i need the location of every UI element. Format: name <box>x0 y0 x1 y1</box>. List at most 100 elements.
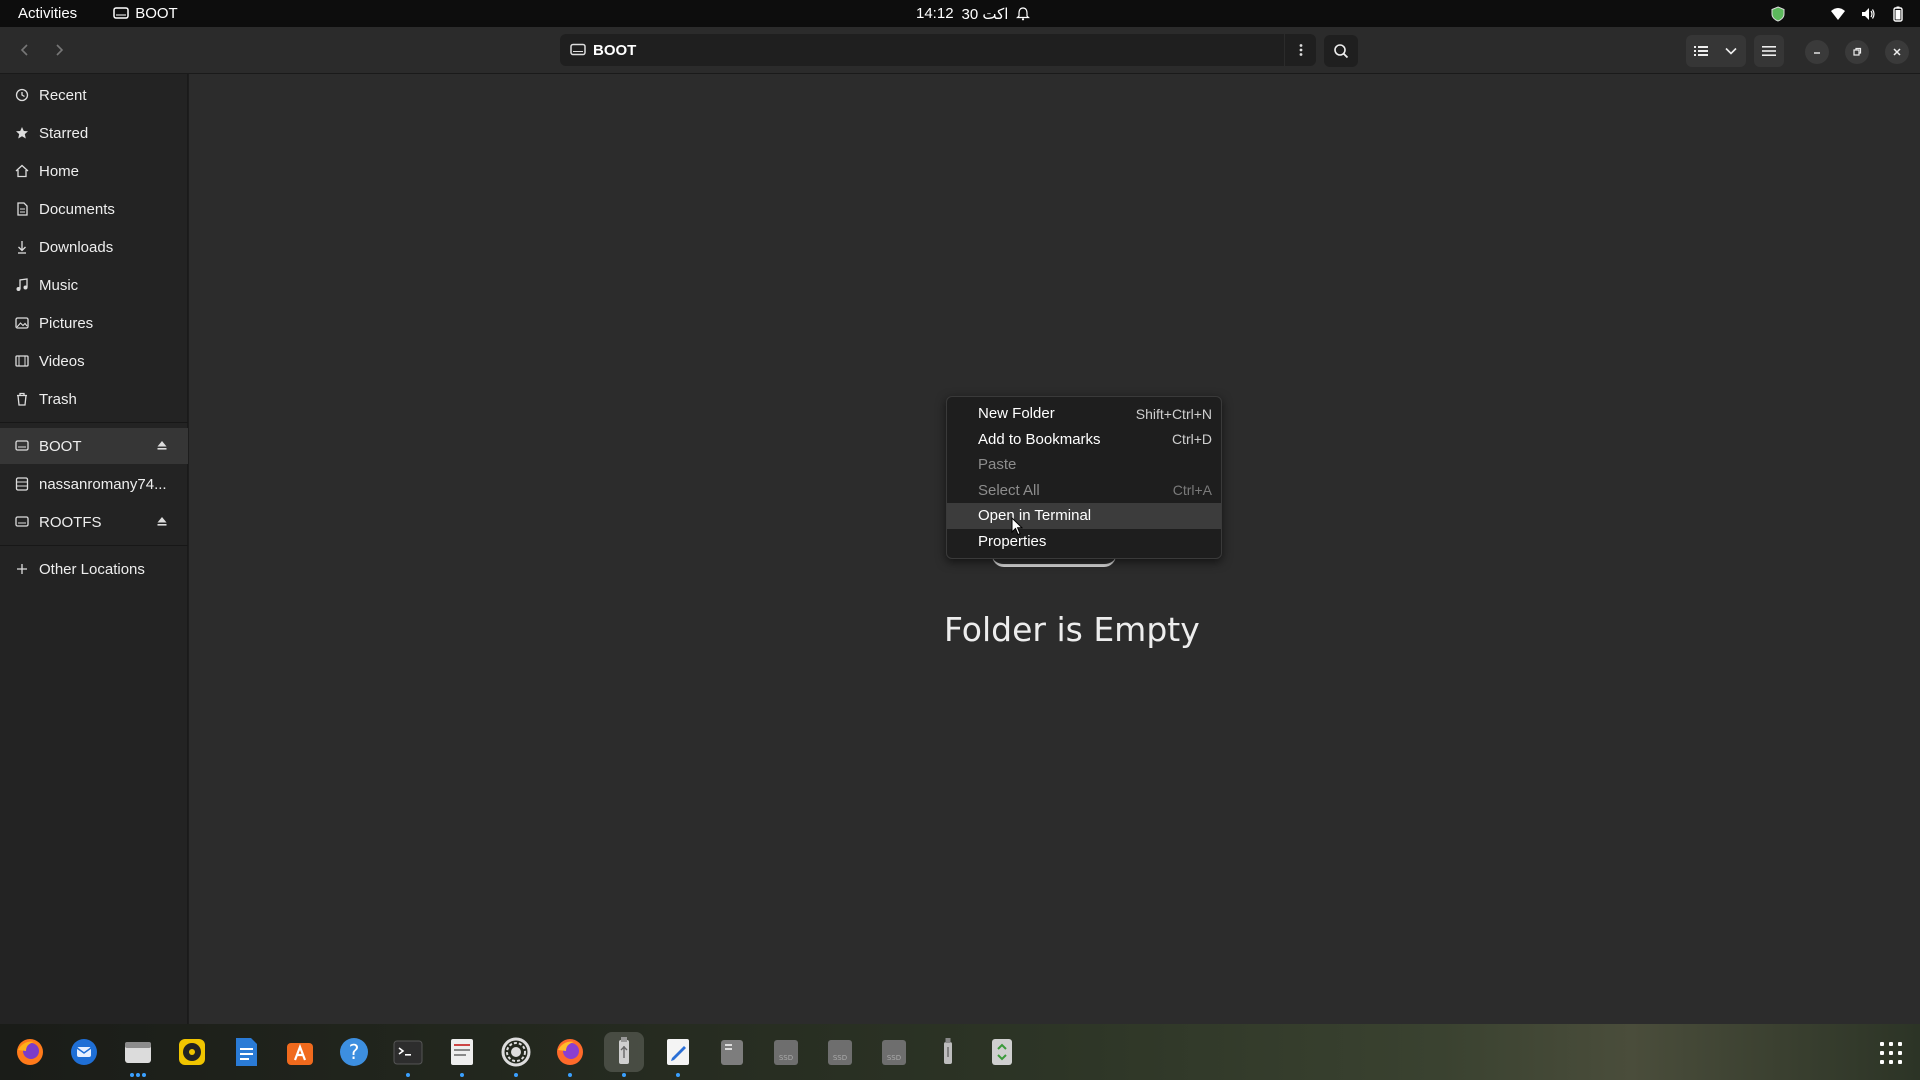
drive-icon <box>15 516 29 527</box>
dock-trash[interactable] <box>982 1032 1022 1072</box>
writer-icon <box>236 1038 257 1066</box>
sidebar-item-label: Trash <box>39 390 77 408</box>
eject-icon[interactable] <box>156 439 168 451</box>
running-indicator <box>130 1073 134 1077</box>
view-toggle-group[interactable] <box>1686 35 1746 67</box>
sidebar-item-music[interactable]: Music <box>0 267 188 303</box>
breadcrumb[interactable]: BOOT <box>570 42 636 59</box>
minimize-button[interactable] <box>1805 40 1829 64</box>
sidebar-item-label: Starred <box>39 124 89 142</box>
dock-usb[interactable] <box>928 1032 968 1072</box>
chevron-down-icon <box>1725 47 1737 55</box>
menu-item-new-folder[interactable]: New Folder Shift+Ctrl+N <box>947 401 1221 427</box>
menu-item-shortcut: Shift+Ctrl+N <box>1135 405 1212 422</box>
running-indicator <box>406 1073 410 1077</box>
dock-usb-drive[interactable] <box>604 1032 644 1077</box>
dock-terminal[interactable] <box>388 1032 428 1077</box>
system-tray[interactable] <box>1770 0 1906 27</box>
plus-icon <box>17 564 27 574</box>
chevron-left-icon <box>20 44 28 56</box>
path-bar[interactable]: BOOT <box>560 34 1316 66</box>
sidebar-item-videos[interactable]: Videos <box>0 343 188 379</box>
show-apps-button[interactable] <box>1880 1042 1902 1064</box>
sidebar-item-pictures[interactable]: Pictures <box>0 305 188 341</box>
menu-item-label: New Folder <box>978 405 1055 423</box>
running-indicator <box>136 1073 140 1077</box>
download-icon <box>18 241 26 254</box>
activities-button[interactable]: Activities <box>18 5 77 22</box>
running-indicator <box>514 1073 518 1077</box>
dock-disk[interactable] <box>712 1032 752 1072</box>
search-button[interactable] <box>1324 35 1358 67</box>
maximize-button[interactable] <box>1845 40 1869 64</box>
menu-item-shortcut: Ctrl+A <box>1172 482 1212 499</box>
sidebar-device-boot[interactable]: BOOT <box>0 428 188 464</box>
eject-icon[interactable] <box>156 515 168 527</box>
sidebar-divider <box>0 422 188 423</box>
dock-firefox-second[interactable] <box>550 1032 590 1077</box>
menu-item-add-to-bookmarks[interactable]: Add to Bookmarks Ctrl+D <box>947 427 1221 453</box>
dock-settings[interactable] <box>496 1032 536 1077</box>
drive-icon <box>570 43 586 56</box>
dock-files[interactable] <box>118 1032 158 1077</box>
svg-text:SSD: SSD <box>887 1054 901 1062</box>
clock-date: 30 اکت <box>961 5 1009 23</box>
dock-ssd-2[interactable]: SSD <box>820 1032 860 1072</box>
sidebar-device-network[interactable]: nassanromany74... <box>0 466 188 502</box>
menu-item-label: Select All <box>978 481 1040 499</box>
document-icon <box>17 202 28 216</box>
sidebar-item-home[interactable]: Home <box>0 153 188 189</box>
sidebar-item-starred[interactable]: Starred <box>0 115 188 151</box>
clock[interactable]: 14:12 30 اکت <box>916 0 1031 27</box>
sidebar-item-documents[interactable]: Documents <box>0 191 188 227</box>
main-menu-button[interactable] <box>1754 35 1784 67</box>
dock-software[interactable] <box>280 1032 320 1072</box>
sidebar-device-rootfs[interactable]: ROOTFS <box>0 504 188 540</box>
chevron-right-icon <box>56 44 64 56</box>
dock-writer[interactable] <box>226 1032 266 1072</box>
running-indicator <box>622 1073 626 1077</box>
menu-item-shortcut: Ctrl+D <box>1171 431 1212 448</box>
svg-text:SSD: SSD <box>833 1054 847 1062</box>
shield-icon <box>1771 5 1785 22</box>
menu-item-properties[interactable]: Properties <box>947 529 1221 555</box>
list-view-button[interactable] <box>1686 35 1716 67</box>
dock-help[interactable]: ? <box>334 1032 374 1072</box>
video-icon <box>15 355 29 367</box>
dock-firefox[interactable] <box>10 1032 50 1072</box>
sidebar-item-trash[interactable]: Trash <box>0 381 188 417</box>
app-menu[interactable]: BOOT <box>113 5 178 22</box>
sidebar-item-label: Documents <box>39 200 115 218</box>
dock-document-viewer[interactable] <box>442 1032 482 1077</box>
forward-button[interactable] <box>44 35 74 65</box>
trash-icon <box>992 1039 1012 1065</box>
sidebar-item-recent[interactable]: Recent <box>0 77 188 113</box>
menu-item-open-in-terminal[interactable]: Open in Terminal <box>947 503 1221 529</box>
sidebar-other-locations[interactable]: Other Locations <box>0 551 188 587</box>
picture-icon <box>15 317 29 329</box>
firefox-alt-icon <box>557 1039 583 1065</box>
view-options-button[interactable] <box>1716 35 1746 67</box>
ssd-icon: SSD <box>882 1040 906 1065</box>
ssd-icon: SSD <box>828 1040 852 1065</box>
top-bar: Activities BOOT 14:12 30 اکت <box>0 0 1920 27</box>
disk-icon <box>721 1040 743 1065</box>
dock-text-editor[interactable] <box>658 1032 698 1077</box>
document-viewer-icon <box>451 1039 473 1065</box>
sidebar-item-downloads[interactable]: Downloads <box>0 229 188 265</box>
more-vertical-icon <box>1299 44 1302 56</box>
back-button[interactable] <box>10 35 40 65</box>
rhythmbox-icon <box>179 1039 205 1065</box>
grid-dot <box>1889 1060 1893 1064</box>
close-button[interactable] <box>1885 40 1909 64</box>
menu-item-label: Paste <box>978 456 1017 474</box>
dock-ssd-1[interactable]: SSD <box>766 1032 806 1072</box>
location-menu-button[interactable] <box>1284 34 1316 66</box>
dock-rhythmbox[interactable] <box>172 1032 212 1072</box>
menu-item-select-all: Select All Ctrl+A <box>947 478 1221 504</box>
usb-icon <box>944 1038 952 1064</box>
dock-thunderbird[interactable] <box>64 1032 104 1072</box>
sidebar-item-label: Music <box>39 276 79 294</box>
drive-icon <box>15 440 29 451</box>
dock-ssd-3[interactable]: SSD <box>874 1032 914 1072</box>
